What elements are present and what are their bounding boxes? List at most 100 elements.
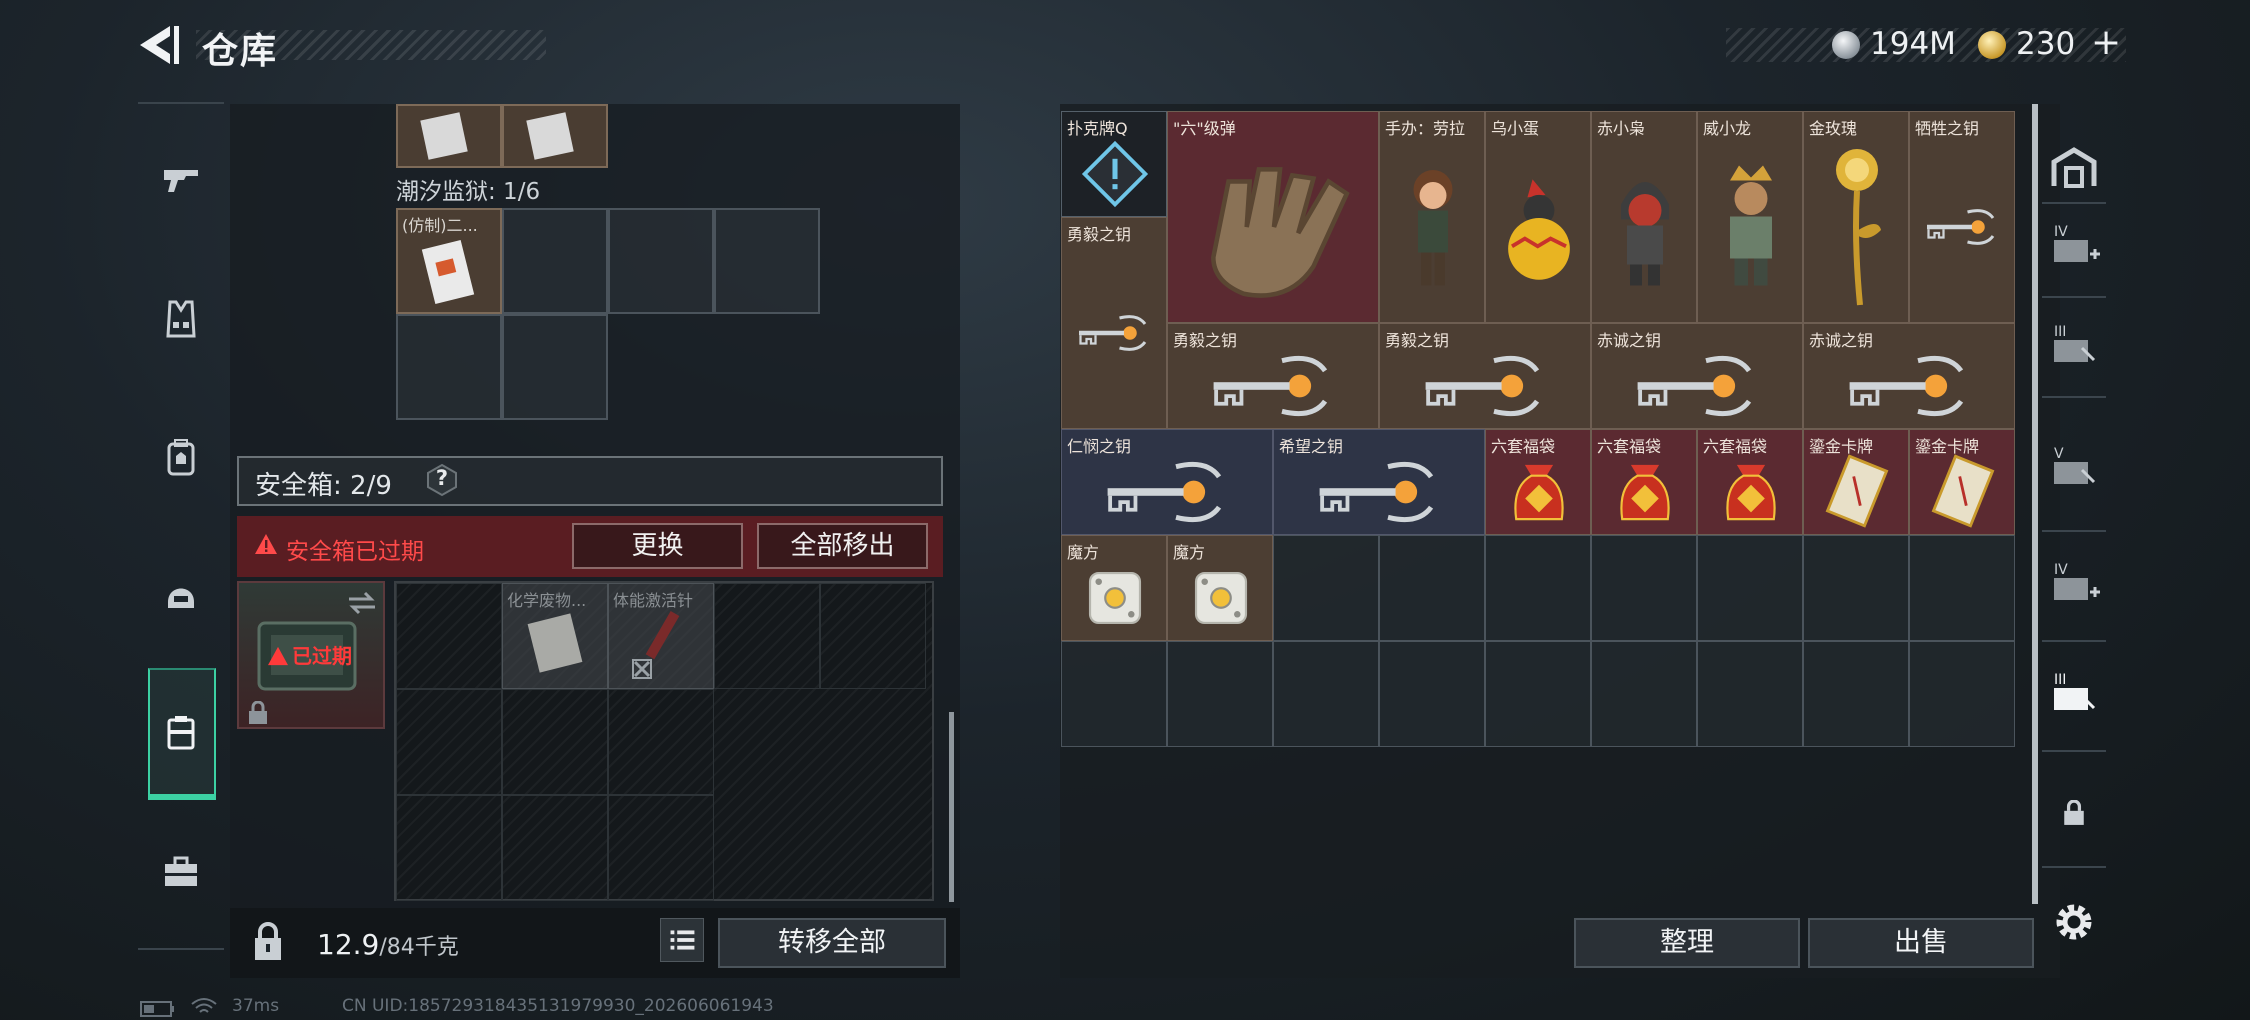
stash-tab-iv-icon[interactable]: IV xyxy=(2046,556,2102,612)
list-view-icon[interactable] xyxy=(660,918,704,962)
bullet-hand-icon xyxy=(1176,136,1372,318)
stash-item[interactable]: 魔方 xyxy=(1167,535,1273,641)
empty-slot[interactable] xyxy=(502,689,608,795)
stash-slot[interactable] xyxy=(1591,641,1697,747)
page-title: 仓库 xyxy=(202,31,279,72)
stash-item[interactable]: 扑克牌Q xyxy=(1061,111,1167,217)
swap-safebox-button[interactable]: 更换 xyxy=(572,523,743,569)
lock-icon[interactable] xyxy=(2062,800,2086,826)
stash-slot[interactable] xyxy=(1273,641,1379,747)
empty-slot[interactable] xyxy=(608,208,714,314)
stash-item[interactable]: 仁悯之钥 xyxy=(1061,429,1273,535)
safebox-expired-text: 安全箱已过期 xyxy=(286,539,424,565)
stash-item[interactable]: 勇毅之钥 xyxy=(1167,323,1379,429)
back-arrow-icon[interactable] xyxy=(136,22,182,68)
sell-button[interactable]: 出售 xyxy=(1808,918,2034,968)
stash-scrollbar[interactable] xyxy=(2032,104,2038,904)
lucky-bag-icon xyxy=(1706,454,1796,530)
stash-item[interactable]: 金玫瑰 xyxy=(1803,111,1909,323)
stash-slot[interactable] xyxy=(1803,535,1909,641)
stash-item[interactable]: 魔方 xyxy=(1061,535,1167,641)
stash-item[interactable]: 六套福袋 xyxy=(1697,429,1803,535)
stash-item[interactable]: 赤诚之钥 xyxy=(1591,323,1803,429)
stash-slot[interactable] xyxy=(1061,641,1167,747)
stash-item[interactable]: 鎏金卡牌 xyxy=(1803,429,1909,535)
key-icon xyxy=(1918,136,2008,318)
stash-tab-iii-icon[interactable]: III xyxy=(2046,666,2102,722)
stash-item[interactable]: 勇毅之钥 xyxy=(1379,323,1591,429)
tab-divider xyxy=(2042,530,2106,532)
stash-tab-v-icon[interactable]: V xyxy=(2046,440,2102,496)
toolbox-icon[interactable] xyxy=(160,852,202,894)
figure-lara-icon xyxy=(1388,136,1478,318)
gun-icon[interactable] xyxy=(160,158,202,200)
safebox-item[interactable]: 体能激活针 xyxy=(608,583,714,689)
container-item[interactable] xyxy=(396,104,502,168)
stash-slot[interactable] xyxy=(1273,535,1379,641)
scrollbar[interactable] xyxy=(949,712,954,902)
swap-arrows-icon xyxy=(349,591,375,615)
empty-slot[interactable] xyxy=(608,689,714,795)
vest-icon[interactable] xyxy=(160,298,202,340)
stash-slot[interactable] xyxy=(1485,641,1591,747)
empty-slot[interactable] xyxy=(396,795,502,901)
move-all-out-button[interactable]: 全部移出 xyxy=(757,523,928,569)
item-label: (仿制)二... xyxy=(402,216,478,235)
help-button[interactable]: ? xyxy=(425,463,459,497)
stash-item[interactable]: 希望之钥 xyxy=(1273,429,1485,535)
stash-slot[interactable] xyxy=(1697,641,1803,747)
empty-slot[interactable] xyxy=(396,314,502,420)
empty-slot[interactable] xyxy=(502,314,608,420)
backpack-icon[interactable] xyxy=(160,436,202,478)
warning-icon xyxy=(255,534,277,554)
empty-slot[interactable] xyxy=(502,208,608,314)
stash-slot[interactable] xyxy=(1379,641,1485,747)
stash-slot[interactable] xyxy=(1167,641,1273,747)
empty-slot[interactable] xyxy=(502,795,608,901)
weight-capacity: /84千克 xyxy=(379,935,459,960)
stash-item[interactable]: 赤诚之钥 xyxy=(1803,323,2015,429)
stash-item[interactable]: 赤小枭 xyxy=(1591,111,1697,323)
lock-icon[interactable] xyxy=(236,912,300,974)
add-currency-button[interactable]: + xyxy=(2091,22,2121,63)
figure-red-icon xyxy=(1600,136,1690,318)
safebox-icon[interactable] xyxy=(160,712,202,754)
stash-item[interactable]: 乌小蛋 xyxy=(1485,111,1591,323)
stash-slot[interactable] xyxy=(1803,641,1909,747)
silver-currency-value: 194M xyxy=(1870,26,1956,62)
empty-slot[interactable] xyxy=(714,208,820,314)
container-item[interactable] xyxy=(502,104,608,168)
stash-item[interactable]: "六"级弹 xyxy=(1167,111,1379,323)
transfer-all-button[interactable]: 转移全部 xyxy=(718,918,946,968)
empty-slot[interactable] xyxy=(396,583,502,689)
document-icon xyxy=(420,112,468,160)
container-item[interactable]: (仿制)二... xyxy=(396,208,502,314)
stash-item[interactable]: 六套福袋 xyxy=(1591,429,1697,535)
sort-button[interactable]: 整理 xyxy=(1574,918,1800,968)
helmet-icon[interactable] xyxy=(160,574,202,616)
stash-slot[interactable] xyxy=(1591,535,1697,641)
stash-item[interactable]: 鎏金卡牌 xyxy=(1909,429,2015,535)
stash-item[interactable]: 六套福袋 xyxy=(1485,429,1591,535)
safebox-item[interactable]: 化学废物... xyxy=(502,583,608,689)
stash-item[interactable]: 手办：劳拉 xyxy=(1379,111,1485,323)
key-icon xyxy=(1179,348,1370,424)
stash-item[interactable]: 牺牲之钥 xyxy=(1909,111,2015,323)
empty-slot[interactable] xyxy=(608,795,714,901)
empty-slot[interactable] xyxy=(820,583,926,689)
stash-tab-iii-icon[interactable]: III xyxy=(2046,318,2102,374)
tab-divider xyxy=(2042,866,2106,868)
stash-item[interactable]: 勇毅之钥 xyxy=(1061,217,1167,429)
stash-slot[interactable] xyxy=(1485,535,1591,641)
stash-slot[interactable] xyxy=(1909,641,2015,747)
stash-slot[interactable] xyxy=(1909,535,2015,641)
stash-main-icon[interactable] xyxy=(2046,140,2102,196)
stash-slot[interactable] xyxy=(1379,535,1485,641)
stash-tab-iv-icon[interactable]: IV xyxy=(2046,218,2102,274)
stash-item[interactable]: 威小龙 xyxy=(1697,111,1803,323)
empty-slot[interactable] xyxy=(396,689,502,795)
stash-slot[interactable] xyxy=(1697,535,1803,641)
key-icon xyxy=(1603,348,1794,424)
empty-slot[interactable] xyxy=(714,583,820,689)
gear-icon[interactable] xyxy=(2050,898,2098,946)
